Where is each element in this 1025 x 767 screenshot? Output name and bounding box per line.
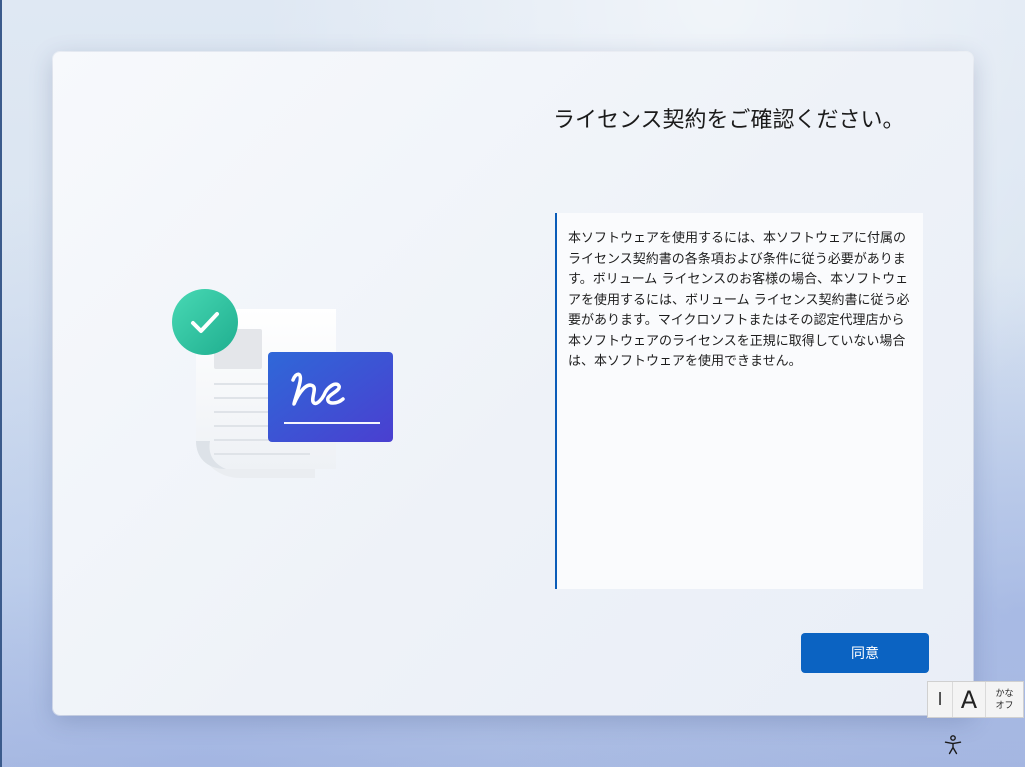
ime-caret-icon: I bbox=[928, 682, 953, 717]
ime-kana-label: かな bbox=[995, 688, 1014, 699]
accessibility-icon[interactable] bbox=[941, 733, 965, 757]
license-text: 本ソフトウェアを使用するには、本ソフトウェアに付属のライセンス契約書の各条項およ… bbox=[568, 231, 910, 369]
ime-kana-lock[interactable]: かな オフ bbox=[986, 682, 1023, 717]
license-agreement-scroll-area[interactable]: 本ソフトウェアを使用するには、本ソフトウェアに付属のライセンス契約書の各条項およ… bbox=[555, 213, 923, 589]
oobe-dialog: ライセンス契約をご確認ください。 本ソフトウェアを使用するには、本ソフトウェアに… bbox=[53, 52, 973, 715]
agree-button[interactable]: 同意 bbox=[801, 633, 929, 673]
ime-indicator[interactable]: I A かな オフ bbox=[927, 681, 1024, 718]
ime-input-mode[interactable]: A bbox=[953, 682, 986, 717]
ime-kana-state: オフ bbox=[995, 700, 1014, 711]
signed-document-checkmark-icon bbox=[172, 289, 412, 489]
page-title: ライセンス契約をご確認ください。 bbox=[553, 108, 905, 133]
window-edge bbox=[0, 0, 2, 767]
